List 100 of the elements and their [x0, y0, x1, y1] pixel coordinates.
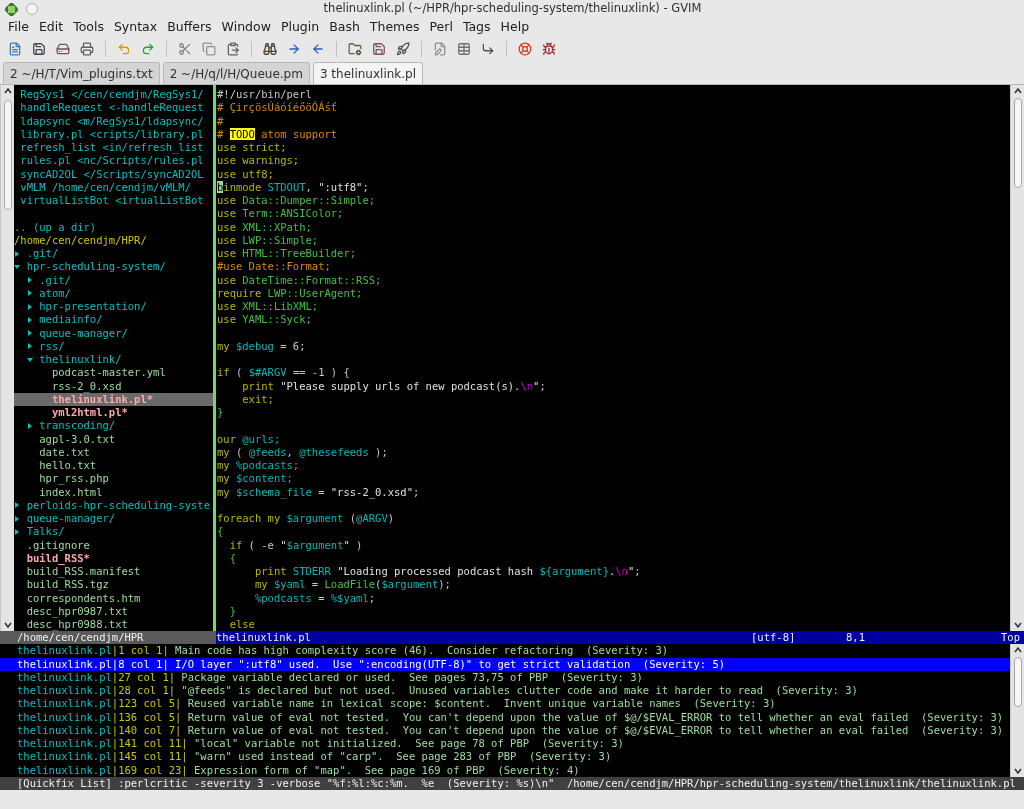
tree-row[interactable]: agpl-3.0.txt: [14, 432, 213, 446]
bookmark-item[interactable]: refresh_list <in/refresh_list: [14, 141, 213, 155]
tree-row[interactable]: queue-manager/: [14, 326, 213, 340]
quickfix-row[interactable]: thelinuxlink.pl|28 col 1| "@feeds" is declared but not used. Unused variables clutter code and make it harder to read (Severity: 3): [0, 684, 1010, 698]
tree-row[interactable]: .git/: [14, 273, 213, 287]
save-button[interactable]: [370, 40, 388, 58]
tab[interactable]: 3 thelinuxlink.pl: [312, 62, 424, 84]
tree-row[interactable]: podcast-master.yml: [14, 366, 213, 380]
menu-item[interactable]: File: [3, 18, 34, 37]
save-button[interactable]: [30, 40, 48, 58]
code-line: foreach my $argument (@ARGV): [217, 512, 396, 526]
tree-row[interactable]: index.html: [14, 485, 213, 499]
scrollbar[interactable]: [1010, 85, 1024, 631]
bug-button[interactable]: [540, 40, 558, 58]
tree-row[interactable]: .git/: [14, 247, 213, 261]
collapsed-arrow-icon[interactable]: [26, 303, 33, 310]
tree-row[interactable]: desc_hpr0988.txt: [14, 618, 213, 632]
tree-row[interactable]: queue-manager/: [14, 512, 213, 526]
collapsed-arrow-icon[interactable]: [26, 277, 33, 284]
bookmark-item[interactable]: RegSys1 </cen/cendjm/RegSys1/: [14, 88, 213, 102]
printer-button[interactable]: [78, 40, 96, 58]
tree-row[interactable]: transcoding/: [14, 419, 213, 433]
tab[interactable]: 2 ~/H/T/Vim_plugins.txt: [3, 62, 160, 84]
collapsed-arrow-icon[interactable]: [26, 422, 33, 429]
menu-item[interactable]: Tags: [457, 18, 496, 37]
tree-row[interactable]: build_RSS.manifest: [14, 565, 213, 579]
scrollbar-thumb[interactable]: [1013, 98, 1022, 188]
quickfix-row[interactable]: thelinuxlink.pl|140 col 7| Return value of eval not tested. You can't depend upon the value of $@/$EVAL_ERROR to tell whether an eval failed (Severity: 3): [0, 723, 1010, 737]
quickfix-row[interactable]: thelinuxlink.pl|123 col 5| Reused variable name in lexical scope: $content. Invent unique variable names (Severity: 3): [0, 697, 1010, 711]
root-path: /home/cen/cendjm/HPR/: [14, 233, 148, 247]
tree-row[interactable]: hello.txt: [14, 459, 213, 473]
tree-row[interactable]: rss-2_0.xsd: [14, 379, 213, 393]
collapsed-arrow-icon[interactable]: [14, 502, 20, 509]
collapsed-arrow-icon[interactable]: [26, 330, 33, 337]
tree-row[interactable]: build_RSS*: [14, 551, 213, 565]
lifebuoy-button[interactable]: [516, 40, 534, 58]
tree-row[interactable]: yml2html.pl*: [14, 406, 213, 420]
tab[interactable]: 2 ~/H/q/l/H/Queue.pm: [162, 62, 310, 84]
up-dir-item[interactable]: .. (up a dir): [14, 220, 213, 234]
expanded-arrow-icon[interactable]: [26, 356, 33, 363]
bookmark-item[interactable]: ldapsync <m/RegSys1/ldapsync/: [14, 114, 213, 128]
tree-row[interactable]: thelinuxlink/: [14, 353, 213, 367]
menu-item[interactable]: Buffers: [162, 18, 217, 37]
expanded-arrow-icon[interactable]: [14, 263, 20, 270]
menu-item[interactable]: Plugin: [275, 18, 325, 37]
tree-row[interactable]: hpr_rss.php: [14, 472, 213, 486]
menu-item[interactable]: Window: [216, 18, 276, 37]
quickfix-row[interactable]: thelinuxlink.pl|27 col 1| Package variable declared or used. See pages 73,75 of PBP (Severity: 3): [0, 670, 1010, 684]
quickfix-row[interactable]: thelinuxlink.pl|136 col 5| Return value of eval not tested. You can't depend upon the value of $@/$EVAL_ERROR to tell whether an eval failed (Severity: 3): [0, 710, 1010, 724]
bookmark-item[interactable]: rules.pl <nc/Scripts/rules.pl: [14, 154, 213, 168]
bookmark-item[interactable]: virtualListBot <irtualListBot: [14, 194, 213, 208]
rocket-button[interactable]: [394, 40, 412, 58]
scrollbar[interactable]: [0, 85, 14, 631]
tree-row[interactable]: mediainfo/: [14, 313, 213, 327]
menu-item[interactable]: Tools: [68, 18, 109, 37]
file-name: desc_hpr0987.txt: [26, 604, 128, 618]
menu-item[interactable]: Syntax: [108, 18, 163, 37]
code-line: require LWP::UserAgent;: [217, 286, 364, 300]
tree-row[interactable]: desc_hpr0987.txt: [14, 604, 213, 618]
tree-row[interactable]: rss/: [14, 339, 213, 353]
quickfix-row[interactable]: thelinuxlink.pl|8 col 1| I/O layer ":utf8" used. Use ":encoding(UTF-8)" to get strict validation (Severity: 5): [0, 657, 1010, 671]
collapsed-arrow-icon[interactable]: [14, 528, 20, 535]
tree-row[interactable]: build_RSS.tgz: [14, 578, 213, 592]
bookmark-item[interactable]: library.pl <cripts/library.pl: [14, 127, 213, 141]
tree-row[interactable]: Talks/: [14, 525, 213, 539]
menu-item[interactable]: Perl: [424, 18, 458, 37]
collapsed-arrow-icon[interactable]: [26, 316, 33, 323]
file-name: build_RSS.manifest: [26, 565, 141, 579]
bookmark-item[interactable]: vMLM /home/cen/cendjm/vMLM/: [14, 180, 213, 194]
bookmark-item[interactable]: syncAD2OL </Scripts/syncAD2OL: [14, 167, 213, 181]
menu-item[interactable]: Help: [495, 18, 535, 37]
scrollbar-thumb[interactable]: [3, 100, 12, 210]
quickfix-row[interactable]: thelinuxlink.pl|145 col 11| "warn" used instead of "carp". See page 283 of PBP (Severity: 3): [0, 750, 1010, 764]
quickfix-row[interactable]: thelinuxlink.pl|141 col 11| "local" variable not initialized. See page 78 of PBP (Severity: 3): [0, 737, 1010, 751]
folder-gear-button[interactable]: [346, 40, 364, 58]
collapsed-arrow-icon[interactable]: [26, 290, 33, 297]
copy-button[interactable]: [200, 40, 218, 58]
bookmark-item[interactable]: handleRequest <-handleRequest: [14, 101, 213, 115]
scrollbar[interactable]: [1010, 644, 1024, 777]
folder-name: thelinuxlink/: [39, 353, 122, 367]
menu-item[interactable]: Themes: [364, 18, 425, 37]
tree-row[interactable]: hpr-scheduling-system/: [14, 260, 213, 274]
quickfix-row[interactable]: thelinuxlink.pl|1 col 1| Main code has high complexity score (46). Consider refactoring (Severity: 3): [0, 644, 1010, 658]
binoculars-button[interactable]: [261, 40, 279, 58]
code-line: use utf8;: [217, 167, 275, 181]
collapsed-arrow-icon[interactable]: [14, 250, 20, 257]
code-line: my %podcasts;: [217, 459, 301, 473]
tree-row[interactable]: hpr-presentation/: [14, 300, 213, 314]
tree-row[interactable]: date.txt: [14, 445, 213, 459]
menu-item[interactable]: Edit: [33, 18, 69, 37]
tree-row[interactable]: atom/: [14, 286, 213, 300]
menu-item[interactable]: Bash: [324, 18, 365, 37]
table-button[interactable]: [455, 40, 473, 58]
tree-row[interactable]: .gitignore: [14, 538, 213, 552]
collapsed-arrow-icon[interactable]: [14, 515, 20, 522]
collapsed-arrow-icon[interactable]: [26, 343, 33, 350]
tree-row[interactable]: correspondents.htm: [14, 591, 213, 605]
quickfix-row[interactable]: thelinuxlink.pl|169 col 23| Expression form of "map". See page 169 of PBP (Severity: 4): [0, 763, 1010, 777]
scrollbar-thumb[interactable]: [1013, 657, 1022, 708]
folder-name: hpr-scheduling-system/: [26, 260, 166, 274]
